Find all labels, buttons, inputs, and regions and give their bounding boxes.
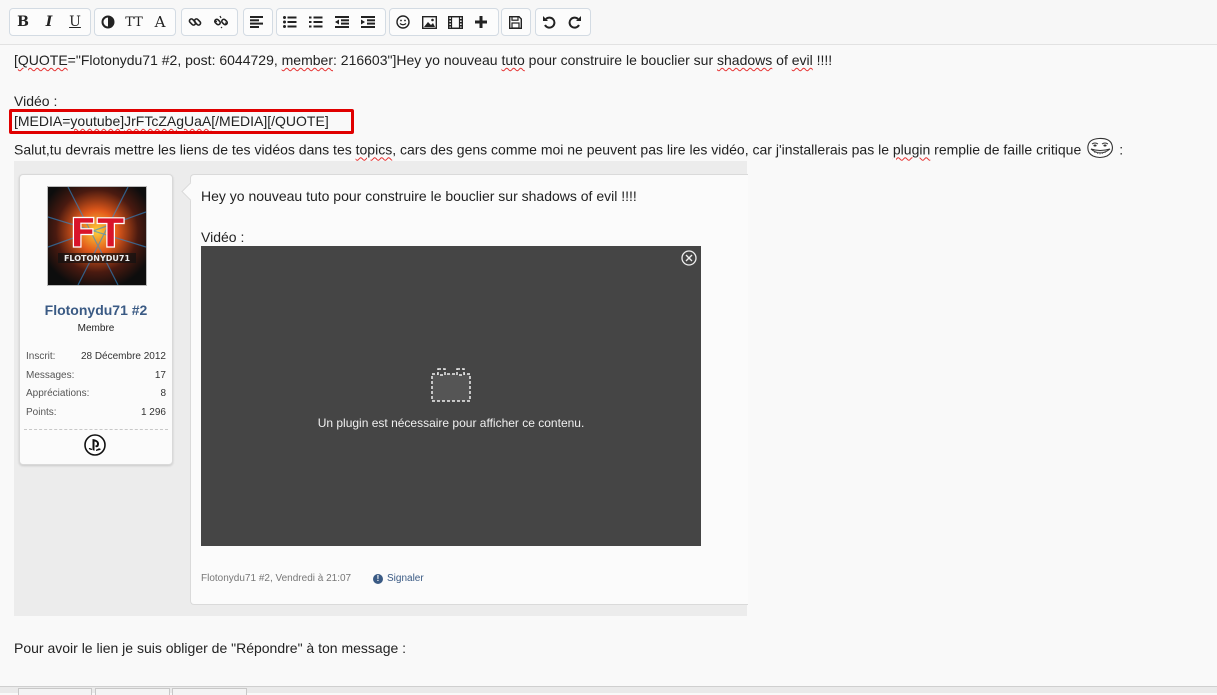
message-pointer	[181, 182, 200, 201]
video-label: Vidéo :	[14, 93, 58, 109]
font-family-button[interactable]: A	[147, 9, 173, 35]
bullet-list-icon	[283, 16, 297, 28]
report-link[interactable]: ! Signaler	[373, 573, 424, 584]
stat-joined: Inscrit: 28 Décembre 2012	[26, 351, 166, 362]
font-family-icon: A	[154, 13, 166, 31]
closing-text-line: Pour avoir le lien je suis obliger de "R…	[14, 640, 407, 656]
svg-text:FLOTONYDU71: FLOTONYDU71	[64, 254, 131, 263]
playstation-icon[interactable]	[84, 434, 106, 456]
numbered-list-button[interactable]	[303, 9, 329, 35]
bullet-list-button[interactable]	[277, 9, 303, 35]
bold-icon: B	[17, 14, 29, 30]
stat-points: Points: 1 296	[26, 407, 166, 418]
link-button[interactable]	[182, 9, 208, 35]
undo-button[interactable]	[536, 9, 562, 35]
indent-button[interactable]	[355, 9, 381, 35]
align-group	[243, 8, 273, 36]
svg-text:FT: FT	[70, 211, 125, 257]
smiley-icon	[396, 15, 410, 29]
highlight-box	[9, 109, 354, 134]
reply-text-line: Salut,tu devrais mettre les liens de tes…	[14, 137, 1123, 162]
image-icon	[421, 15, 437, 29]
embedded-video-placeholder[interactable]: Un plugin est nécessaire pour afficher c…	[201, 246, 701, 546]
stat-messages: Messages: 17	[26, 370, 166, 381]
floppy-icon	[508, 15, 522, 29]
divider	[24, 429, 168, 430]
unlink-button[interactable]	[208, 9, 234, 35]
link-icon	[188, 18, 202, 26]
align-button[interactable]	[244, 9, 270, 35]
user-title: Membre	[77, 323, 115, 334]
contrast-icon	[101, 15, 115, 29]
underline-button[interactable]: U	[62, 9, 88, 35]
save-draft-button[interactable]	[502, 9, 528, 35]
redo-button[interactable]	[562, 9, 588, 35]
editor-content[interactable]: [QUOTE="Flotonydu71 #2, post: 6044729, m…	[0, 45, 1217, 688]
plugin-notice: Un plugin est nécessaire pour afficher c…	[317, 416, 585, 430]
insert-group	[389, 8, 499, 36]
image-button[interactable]	[416, 9, 442, 35]
post-meta[interactable]: Flotonydu71 #2, Vendredi à 21:07	[201, 573, 351, 584]
outdent-icon	[335, 16, 349, 28]
message-text: Hey yo nouveau tuto pour construire le b…	[201, 188, 637, 204]
message-body: Hey yo nouveau tuto pour construire le b…	[181, 174, 748, 605]
font-group: TT A	[94, 8, 176, 36]
media-button[interactable]	[442, 9, 468, 35]
draft-group	[501, 8, 531, 36]
user-info-card: FT FLOTONYDU71 Flotonydu71 #2 Membre Ins…	[19, 174, 173, 465]
underline-icon: U	[69, 14, 81, 30]
quoted-post: FT FLOTONYDU71 Flotonydu71 #2 Membre Ins…	[14, 161, 748, 616]
editor-toolbar: B I U TT A	[0, 0, 1217, 45]
quote-bbcode-line: [QUOTE="Flotonydu71 #2, post: 6044729, m…	[14, 52, 833, 68]
numbered-list-icon	[309, 16, 323, 28]
history-group	[535, 8, 591, 36]
text-style-group: B I U	[9, 8, 91, 36]
font-size-icon: TT	[125, 14, 143, 30]
italic-button[interactable]: I	[36, 9, 62, 35]
redo-icon	[568, 16, 581, 29]
outdent-button[interactable]	[329, 9, 355, 35]
italic-icon: I	[45, 14, 53, 30]
font-size-button[interactable]: TT	[121, 9, 147, 35]
plugin-icon	[431, 368, 471, 402]
username-link[interactable]: Flotonydu71 #2	[20, 302, 172, 318]
color-button[interactable]	[95, 9, 121, 35]
list-group	[276, 8, 386, 36]
unlink-icon	[214, 15, 228, 29]
close-icon[interactable]	[681, 250, 697, 266]
smilie-button[interactable]	[390, 9, 416, 35]
stat-likes: Appréciations: 8	[26, 388, 166, 399]
avatar[interactable]: FT FLOTONYDU71	[47, 186, 147, 286]
message-video-label: Vidéo :	[201, 229, 245, 245]
link-group	[181, 8, 238, 36]
indent-icon	[361, 16, 375, 28]
insert-button[interactable]	[468, 9, 494, 35]
troll-face-smiley-icon	[1085, 137, 1115, 159]
film-icon	[447, 15, 463, 29]
info-icon: !	[373, 573, 383, 584]
align-left-icon	[250, 16, 263, 28]
undo-icon	[543, 16, 556, 29]
bold-button[interactable]: B	[10, 9, 36, 35]
plus-icon	[475, 16, 487, 28]
